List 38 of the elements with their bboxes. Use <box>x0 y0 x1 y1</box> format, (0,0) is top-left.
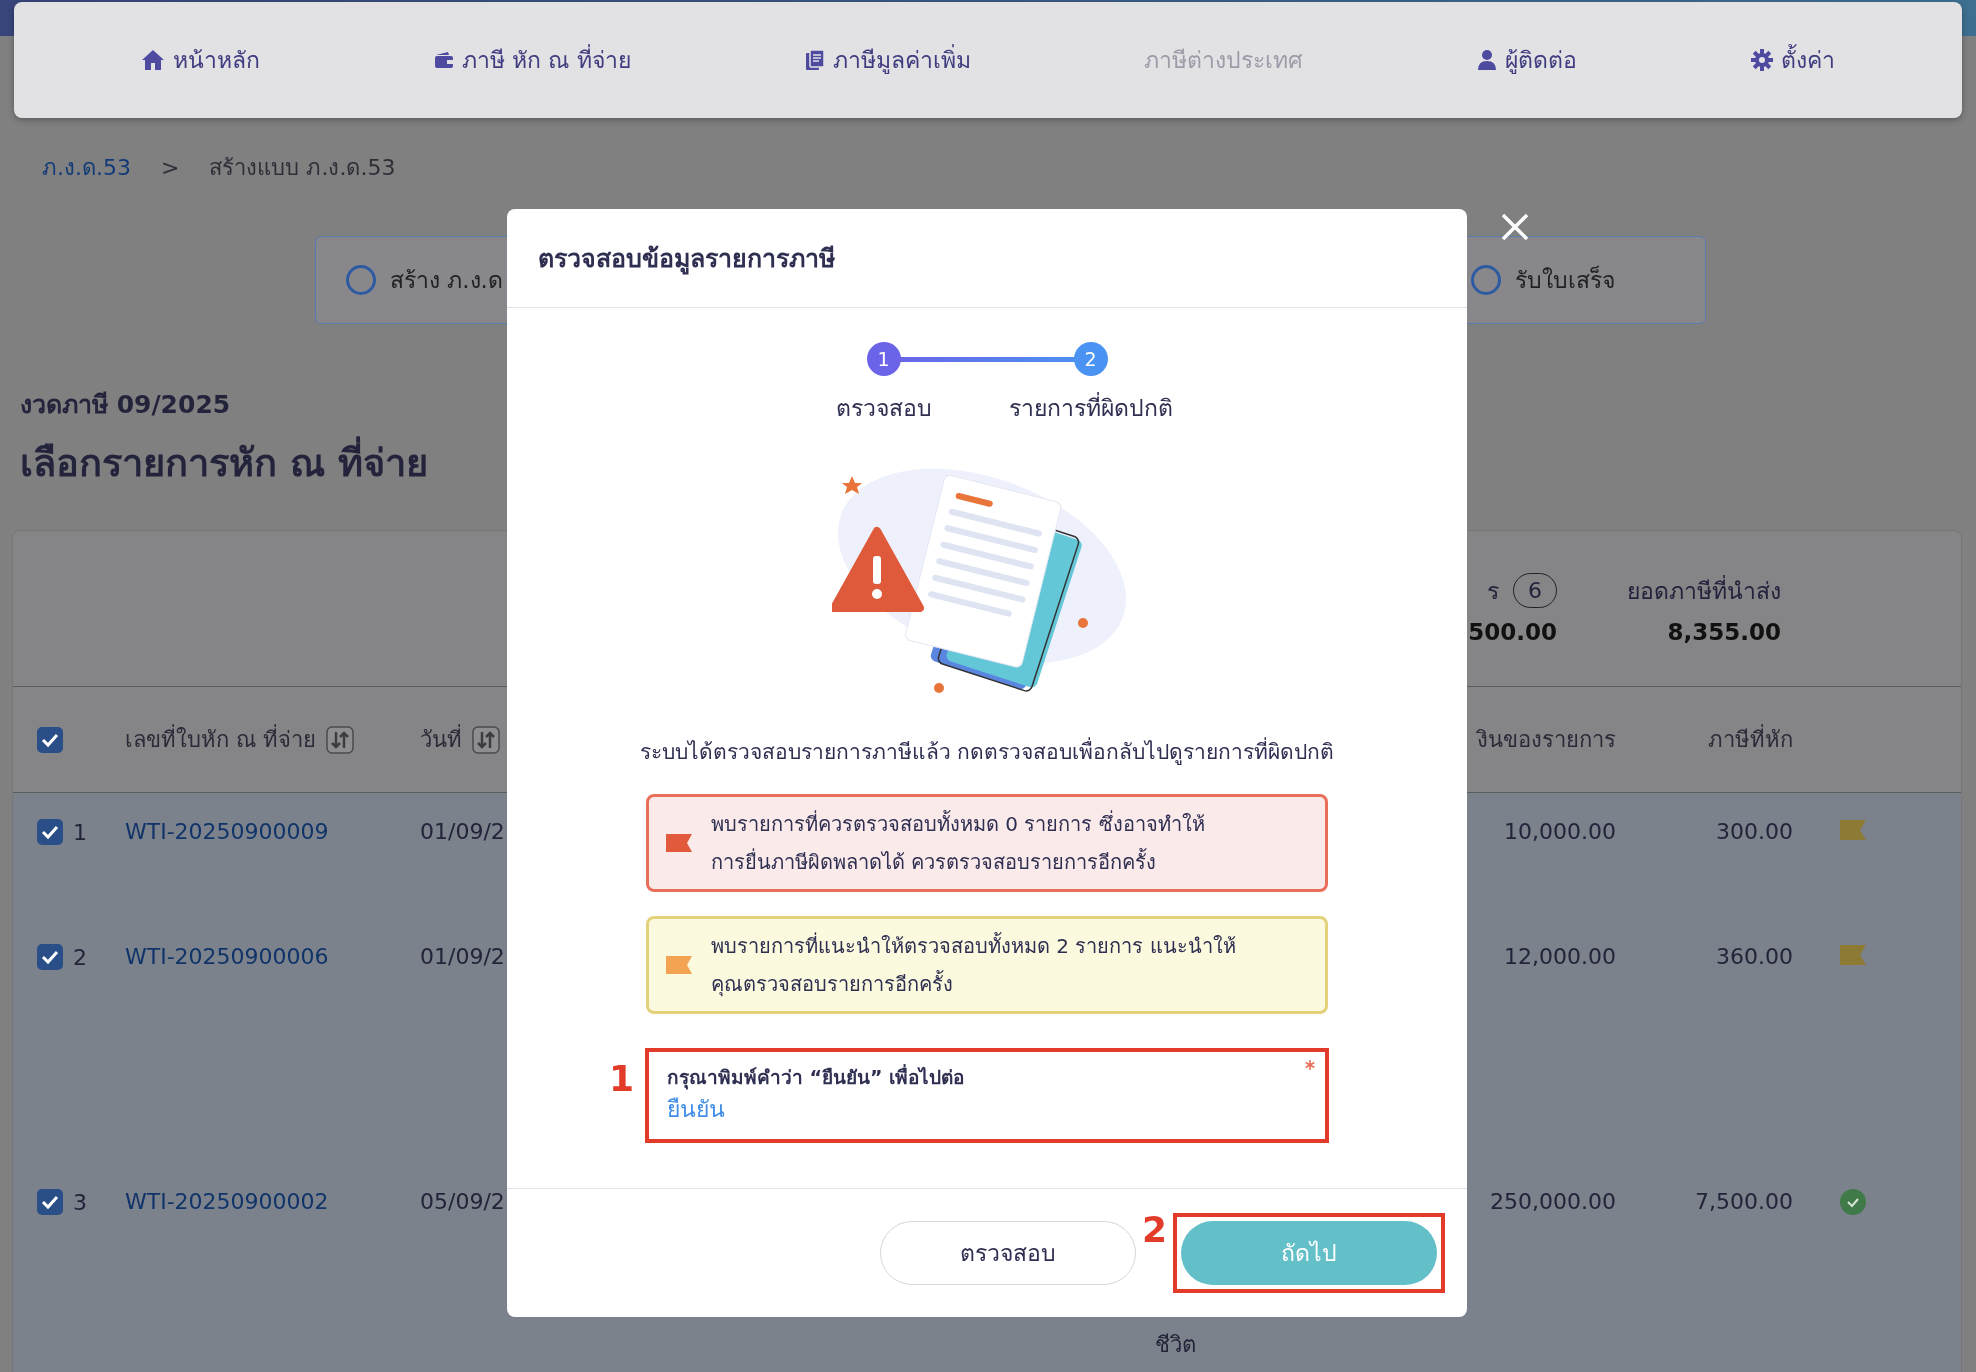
table-cell-text: 01/09/2 <box>419 819 505 844</box>
step-number: 1 <box>866 342 901 376</box>
column-header: งินของรายการ <box>1477 726 1616 754</box>
field-label: กรุณาพิมพ์คำว่า “ยืนยัน” เพื่อไปต่อ <box>667 1063 966 1092</box>
column-header: วันที่ <box>420 722 462 757</box>
table-cell-text: 250,000.00 <box>1489 1189 1617 1214</box>
row-number: 3 <box>73 1189 87 1215</box>
table-cell-text: ชีวิต <box>1154 1332 1196 1357</box>
page-heading: เลือกรายการหัก ณ ที่จ่าย <box>20 438 429 488</box>
annotation-number: 2 <box>1141 1209 1167 1250</box>
progress-step-label: สร้าง ภ.ง.ด <box>390 266 503 295</box>
summary-label: ร <box>1487 576 1499 606</box>
row-number: 1 <box>73 819 87 845</box>
summary-value: 8,355.00 <box>1667 618 1781 645</box>
summary-label: ยอดภาษีที่นำส่ง <box>1627 574 1781 606</box>
row-number: 2 <box>73 944 87 970</box>
table-cell-text: 300.00 <box>1715 819 1794 844</box>
alert-text: พบรายการที่ควรตรวจสอบทั้งหมด 0 รายการ ซึ่งอาจทำให้ การยื่นภาษีผิดพลาดได้ ควรตรวจสอบรายการอีกครั้ง <box>711 809 1205 876</box>
alert-text: พบรายการที่แนะนำให้ตรวจสอบทั้งหมด 2 รายการ แนะนำให้ คุณตรวจสอบรายการอีกครั้ง <box>711 931 1236 999</box>
column-header: เลขที่ใบหัก ณ ที่จ่าย <box>125 722 316 757</box>
table-cell-text: 360.00 <box>1715 944 1794 969</box>
breadcrumb-current: สร้างแบบ ภ.ง.ด.53 <box>209 153 396 182</box>
table-cell-text: 12,000.00 <box>1503 944 1617 969</box>
progress-step-label: รับใบเสร็จ <box>1515 264 1615 295</box>
step-number: 2 <box>1073 342 1108 376</box>
table-cell-text: 10,000.00 <box>1503 819 1617 844</box>
table-cell-text: 01/09/2 <box>419 944 505 969</box>
modal-title: ตรวจสอบข้อมูลรายการภาษี <box>538 243 835 277</box>
summary-value: 500.00 <box>1468 618 1557 645</box>
step-label: ตรวจสอบ <box>835 394 932 423</box>
table-cell-text: 7,500.00 <box>1694 1189 1794 1214</box>
result-message: ระบบได้ตรวจสอบรายการภาษีแล้ว กดตรวจสอบเพื่อกลับไปดูรายการที่ผิดปกติ <box>639 735 1335 768</box>
tax-period: งวดภาษี 09/2025 <box>20 390 231 420</box>
table-cell-text: 05/09/2 <box>419 1189 505 1214</box>
annotation-number: 1 <box>609 1058 635 1099</box>
breadcrumb-separator: > <box>161 154 180 180</box>
step-label: รายการที่ผิดปกติ <box>1008 390 1173 426</box>
column-header: ภาษีที่หัก <box>1708 722 1793 757</box>
